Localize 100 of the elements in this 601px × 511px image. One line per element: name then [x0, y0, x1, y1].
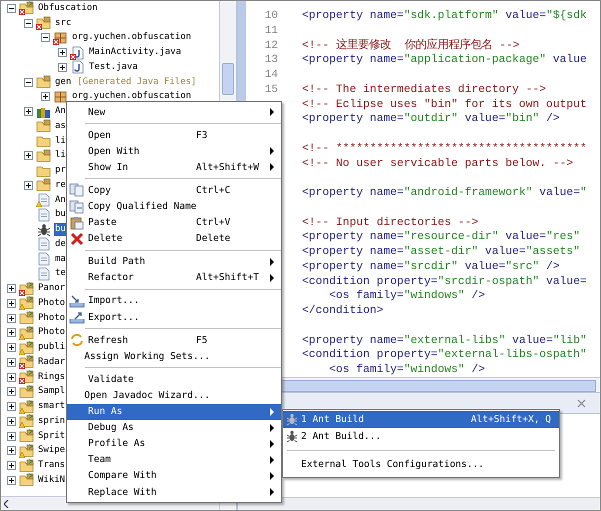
tree-item[interactable]: Swipe — [37, 444, 66, 458]
tree-item[interactable]: Test.java — [88, 60, 139, 74]
tree-item[interactable]: gen — [54, 76, 72, 89]
tree-item[interactable]: bu — [54, 208, 67, 222]
code-line: <property name="resource-dir" value="res" — [302, 231, 580, 244]
menu-item[interactable]: External Tools Configurations... — [283, 456, 559, 473]
tree-item[interactable]: Photo — [37, 312, 66, 325]
expand-icon[interactable] — [7, 432, 16, 441]
expand-icon[interactable] — [7, 298, 16, 308]
expand-icon[interactable] — [7, 284, 16, 294]
menu-item[interactable]: Import... — [67, 292, 281, 310]
code-line: <property name="outdir" value="bin" /> — [302, 113, 560, 126]
code-line: <!-- The intermediates directory --> — [302, 84, 546, 96]
expand-icon[interactable] — [7, 328, 16, 338]
expand-icon[interactable] — [24, 180, 33, 190]
collapse-icon[interactable] — [41, 33, 50, 42]
menu-item[interactable]: Replace With — [67, 484, 281, 500]
tree-item[interactable]: sprin — [37, 414, 66, 428]
menu-item[interactable]: Team — [67, 452, 281, 468]
tree-item[interactable]: ma — [54, 252, 67, 266]
expand-icon[interactable] — [7, 387, 16, 396]
expand-icon[interactable] — [7, 314, 16, 323]
code-line: <property name="sdk.platform" value="${sdk — [302, 10, 587, 22]
code-line: <property name="android-framework" value=" — [302, 187, 587, 199]
menu-item[interactable]: Run As — [67, 404, 281, 420]
menu-item[interactable]: Build Path — [67, 254, 281, 270]
menu-item[interactable]: Open With — [67, 143, 281, 160]
expand-icon[interactable] — [7, 343, 16, 352]
expand-icon[interactable] — [7, 372, 16, 382]
expand-icon[interactable] — [58, 48, 67, 58]
tree-item[interactable]: An — [54, 194, 67, 207]
menu-item[interactable]: Profile As — [67, 436, 281, 452]
line-number: 10 — [264, 10, 278, 22]
close-icon[interactable] — [577, 399, 586, 408]
menu-item[interactable]: Show In Alt+Shift+W — [67, 159, 281, 176]
menu-item[interactable]: Validate — [67, 371, 281, 388]
tree-item[interactable]: Photo — [37, 326, 66, 340]
menu-item[interactable]: Compare With — [67, 468, 281, 484]
menu-item[interactable]: Refresh F5 — [67, 332, 281, 348]
tree-item[interactable]: org.yuchen.obfuscation — [71, 31, 192, 44]
menu-item[interactable]: Assign Working Sets... — [67, 348, 281, 364]
expand-icon[interactable] — [24, 151, 33, 160]
expand-icon[interactable] — [7, 358, 16, 367]
tree-item[interactable]: Obfuscation — [37, 2, 99, 15]
tree-item[interactable]: de — [54, 238, 67, 251]
collapse-icon[interactable] — [24, 18, 33, 28]
menu-item[interactable]: Open F3 — [67, 127, 281, 144]
menu-item[interactable]: Open Javadoc Wizard... — [67, 387, 281, 404]
tree-item[interactable]: Photo — [37, 296, 66, 310]
tree-item[interactable]: WikiN — [37, 474, 66, 487]
menu-item[interactable]: 1 Ant Build Alt+Shift+X, Q — [283, 411, 559, 428]
import-icon — [69, 294, 85, 308]
tree-item[interactable]: Sampl — [37, 385, 66, 398]
tree-item[interactable]: MainActivity.java — [88, 46, 182, 60]
tree-item-decoration: [Generated Java Files] — [77, 77, 196, 88]
tree-item[interactable]: te — [54, 267, 67, 280]
menu-item[interactable]: Paste Ctrl+V — [67, 214, 281, 231]
tree-item[interactable]: Radar — [37, 356, 66, 369]
code-line: <property name="external-libs" value="lib" — [302, 334, 587, 346]
expand-icon[interactable] — [24, 107, 33, 116]
code-line: <!-- Eclipse uses "bin" for its own output — [302, 98, 587, 110]
menu-item[interactable]: 2 Ant Build... — [283, 428, 559, 445]
expand-icon[interactable] — [41, 92, 50, 102]
collapse-icon[interactable] — [24, 78, 33, 87]
tree-item[interactable]: Rings — [37, 370, 66, 384]
scroll-left-icon[interactable] — [4, 500, 9, 508]
tree-item[interactable]: src — [54, 16, 72, 30]
tree-item[interactable]: as — [54, 120, 67, 133]
expand-icon[interactable] — [7, 461, 16, 470]
line-number: 15 — [264, 84, 278, 96]
tree-item[interactable]: bu — [54, 223, 67, 236]
menu-item[interactable]: Export... — [67, 309, 281, 326]
tree-item[interactable]: re — [54, 178, 67, 192]
code-line: <!-- ************************************* — [302, 142, 587, 155]
collapse-icon[interactable] — [7, 4, 16, 13]
expand-icon[interactable] — [7, 446, 16, 456]
tree-item[interactable]: org.yuchen.obfuscation — [71, 90, 192, 104]
line-number: 11 — [264, 24, 278, 37]
copy-name-icon — [69, 200, 85, 214]
menu-item[interactable]: New — [67, 104, 281, 120]
expand-icon[interactable] — [7, 402, 16, 412]
tree-item[interactable]: publi — [37, 341, 66, 354]
tree-item[interactable]: Sprit — [37, 430, 66, 443]
tree-item[interactable]: Trans — [37, 459, 66, 472]
expand-icon[interactable] — [7, 476, 16, 485]
menu-item[interactable]: Copy Qualified Name — [67, 198, 281, 215]
tree-item[interactable]: An — [54, 105, 67, 118]
menu-item[interactable]: Refactor Alt+Shift+T — [67, 270, 281, 286]
menu-item[interactable]: Debug As — [67, 420, 281, 436]
code-line: </condition> — [302, 305, 384, 317]
tree-item[interactable]: pr — [54, 164, 67, 178]
tree-item[interactable]: smart — [37, 400, 66, 414]
tree-item[interactable]: Panor — [37, 282, 66, 296]
menu-item[interactable]: Copy Ctrl+C — [67, 182, 281, 198]
expand-icon[interactable] — [58, 62, 67, 72]
code-line: <condition property="srcdir-ospath" value= — [302, 276, 587, 288]
menu-item[interactable]: Delete Delete — [67, 230, 281, 247]
tree-item[interactable]: li — [54, 149, 67, 162]
tree-item[interactable]: li — [54, 134, 67, 148]
expand-icon[interactable] — [7, 416, 16, 426]
